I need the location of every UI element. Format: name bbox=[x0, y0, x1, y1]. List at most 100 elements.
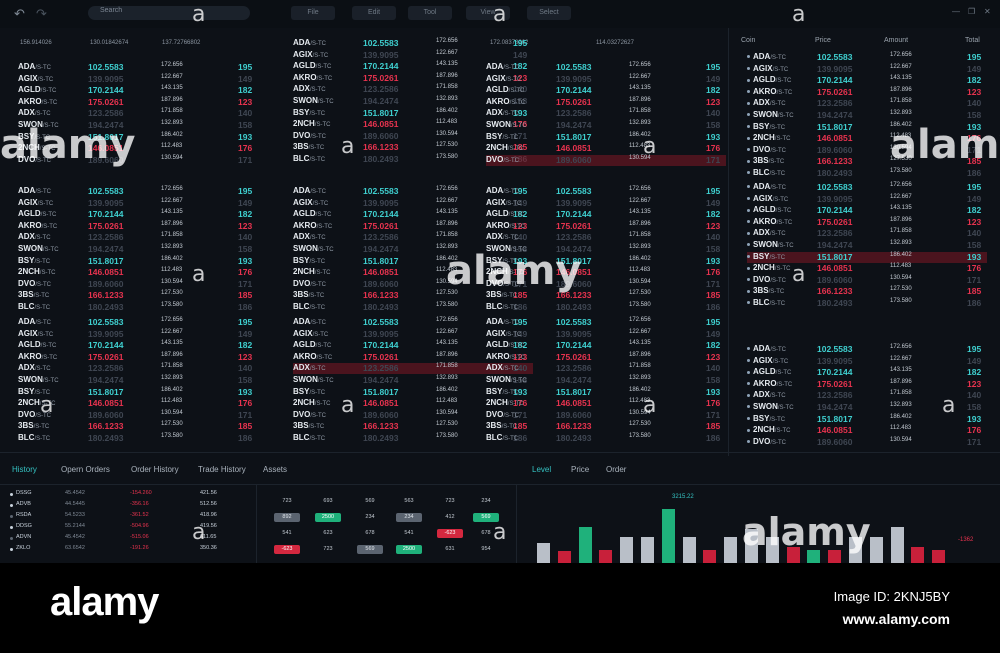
coin-row[interactable]: BLC/S-TC 180.2493 173.580 186 bbox=[747, 168, 987, 179]
order-cell[interactable]: 412 bbox=[437, 513, 463, 522]
coin-row[interactable]: SWON/S-TC 194.2474 132.893 158 bbox=[747, 240, 987, 251]
coin-row[interactable]: 2NCH/S-TC 146.0851 112.483 176 bbox=[486, 143, 726, 154]
coin-row[interactable]: AGIX/S-TC 139.9095 122.667 149 bbox=[18, 329, 258, 340]
coin-row[interactable]: ADX/S-TC 123.2586 171.858 140 bbox=[18, 363, 258, 374]
order-cell[interactable]: 2500 bbox=[396, 545, 422, 554]
tab-open-orders[interactable]: Opern Orders bbox=[61, 465, 110, 474]
menu-select[interactable]: Select bbox=[527, 6, 571, 20]
coin-row[interactable]: BLC/S-TC 180.2493 173.580 186 bbox=[486, 433, 726, 444]
history-row[interactable]: RSDA 54.5233 -361.52 418.96 bbox=[10, 512, 240, 523]
coin-row[interactable]: 2NCH/S-TC 146.0851 112.483 176 bbox=[747, 263, 987, 274]
coin-row[interactable]: AGLD/S-TC 170.2144 143.135 182 bbox=[486, 340, 726, 351]
coin-row[interactable]: SWON/S-TC 194.2474 132.893 158 bbox=[486, 120, 726, 131]
order-cell[interactable]: 563 bbox=[396, 497, 422, 506]
tab-price[interactable]: Price bbox=[571, 465, 589, 474]
tab-order[interactable]: Order bbox=[606, 465, 626, 474]
coin-row[interactable]: ADA/S-TC 102.5583 172.656 195 bbox=[486, 186, 726, 197]
coin-row[interactable]: AGIX/S-TC 139.9095 122.667 149 bbox=[18, 74, 258, 85]
tab-trade-history[interactable]: Trade History bbox=[198, 465, 246, 474]
coin-row[interactable]: ADA/S-TC 102.5583 172.656 195 bbox=[18, 317, 258, 328]
coin-row[interactable]: 2NCH/S-TC 146.0851 112.483 176 bbox=[486, 398, 726, 409]
coin-row[interactable]: BSY/S-TC 151.8017 186.402 193 bbox=[486, 387, 726, 398]
history-row[interactable]: ADVB 44.5445 -356.16 512.56 bbox=[10, 501, 240, 512]
order-cell[interactable]: -623 bbox=[274, 545, 300, 554]
minimize-icon[interactable]: — bbox=[952, 7, 960, 16]
order-cell[interactable]: 723 bbox=[437, 497, 463, 506]
order-cell[interactable]: 541 bbox=[274, 529, 300, 538]
maximize-icon[interactable]: ❐ bbox=[968, 7, 975, 16]
order-cell[interactable]: 2500 bbox=[315, 513, 341, 522]
history-row[interactable]: DSSG 45.4542 -154.260 421.56 bbox=[10, 490, 240, 501]
coin-row[interactable]: 3BS/S-TC 166.1233 127.530 185 bbox=[18, 421, 258, 432]
order-cell[interactable]: 954 bbox=[473, 545, 499, 554]
coin-row[interactable]: ADX/S-TC 123.2586 171.858 140 bbox=[747, 228, 987, 239]
redo-icon[interactable]: ↷ bbox=[36, 6, 47, 22]
history-row[interactable]: ZKLO 63.6542 -191.26 350.36 bbox=[10, 545, 240, 556]
coin-row[interactable]: BLC/S-TC 180.2493 173.580 186 bbox=[18, 302, 258, 313]
coin-row[interactable]: 2NCH/S-TC 146.0851 112.483 176 bbox=[18, 267, 258, 278]
coin-row[interactable]: DVO/S-TC 189.6060 130.594 171 bbox=[486, 410, 726, 421]
coin-row[interactable]: AGIX/S-TC 139.9095 122.667 149 bbox=[747, 64, 987, 75]
coin-row[interactable]: DVO/S-TC 189.6060 130.594 171 bbox=[747, 437, 987, 448]
coin-row[interactable]: ADA/S-TC 102.5583 172.656 195 bbox=[18, 186, 258, 197]
coin-row[interactable]: AGIX/S-TC 139.9095 122.667 149 bbox=[293, 50, 533, 61]
order-cell[interactable]: 678 bbox=[357, 529, 383, 538]
history-row[interactable]: ADVN 45.4542 -515.06 611.65 bbox=[10, 534, 240, 545]
coin-row[interactable]: 2NCH/S-TC 146.0851 112.483 176 bbox=[747, 425, 987, 436]
coin-row[interactable]: ADX/S-TC 123.2586 171.858 140 bbox=[486, 363, 726, 374]
coin-row[interactable]: AKRO/S-TC 175.0261 187.896 123 bbox=[486, 97, 726, 108]
coin-row[interactable]: AGIX/S-TC 139.9095 122.667 149 bbox=[747, 356, 987, 367]
coin-row[interactable]: ADX/S-TC 123.2586 171.858 140 bbox=[486, 232, 726, 243]
undo-icon[interactable]: ↶ bbox=[14, 6, 25, 22]
coin-row[interactable]: 3BS/S-TC 166.1233 127.530 185 bbox=[486, 421, 726, 432]
coin-row[interactable]: DVO/S-TC 189.6060 130.594 171 bbox=[486, 154, 726, 166]
coin-row[interactable]: AGIX/S-TC 139.9095 122.667 149 bbox=[486, 74, 726, 85]
coin-row[interactable]: AGIX/S-TC 139.9095 122.667 149 bbox=[486, 329, 726, 340]
coin-row[interactable]: BSY/S-TC 151.8017 186.402 193 bbox=[18, 256, 258, 267]
coin-row[interactable]: BSY/S-TC 151.8017 186.402 193 bbox=[747, 251, 987, 263]
search-input[interactable]: Search bbox=[88, 6, 250, 20]
coin-row[interactable]: ADA/S-TC 102.5583 172.656 195 bbox=[486, 317, 726, 328]
order-cell[interactable]: 541 bbox=[396, 529, 422, 538]
coin-row[interactable]: AKRO/S-TC 175.0261 187.896 123 bbox=[486, 221, 726, 232]
coin-row[interactable]: 3BS/S-TC 166.1233 127.530 185 bbox=[18, 290, 258, 301]
order-cell[interactable]: 234 bbox=[396, 513, 422, 522]
coin-row[interactable]: AGLD/S-TC 170.2144 143.135 182 bbox=[747, 367, 987, 378]
coin-row[interactable]: AKRO/S-TC 175.0261 187.896 123 bbox=[747, 379, 987, 390]
coin-row[interactable]: SWON/S-TC 194.2474 132.893 158 bbox=[18, 375, 258, 386]
coin-row[interactable]: DVO/S-TC 189.6060 130.594 171 bbox=[18, 410, 258, 421]
tab-history[interactable]: History bbox=[12, 465, 37, 474]
coin-row[interactable]: AGIX/S-TC 139.9095 122.667 149 bbox=[486, 198, 726, 209]
history-row[interactable]: DDSG 55.2144 -504.96 419.56 bbox=[10, 523, 240, 534]
order-cell[interactable]: -623 bbox=[437, 529, 463, 538]
coin-row[interactable]: BLC/S-TC 180.2493 173.580 186 bbox=[486, 302, 726, 313]
coin-row[interactable]: ADX/S-TC 123.2586 171.858 140 bbox=[486, 108, 726, 119]
tab-order-history[interactable]: Order History bbox=[131, 465, 179, 474]
coin-row[interactable]: ADA/S-TC 102.5583 172.656 195 bbox=[747, 182, 987, 193]
coin-row[interactable]: BSY/S-TC 151.8017 186.402 193 bbox=[18, 387, 258, 398]
coin-row[interactable]: 3BS/S-TC 166.1233 127.530 185 bbox=[747, 286, 987, 297]
coin-row[interactable]: AGLD/S-TC 170.2144 143.135 182 bbox=[747, 205, 987, 216]
coin-row[interactable]: AKRO/S-TC 175.0261 187.896 123 bbox=[18, 97, 258, 108]
coin-row[interactable]: AKRO/S-TC 175.0261 187.896 123 bbox=[747, 87, 987, 98]
coin-row[interactable]: AKRO/S-TC 175.0261 187.896 123 bbox=[486, 352, 726, 363]
order-cell[interactable]: 234 bbox=[473, 497, 499, 506]
coin-row[interactable]: AGLD/S-TC 170.2144 143.135 182 bbox=[18, 209, 258, 220]
coin-row[interactable]: DVO/S-TC 189.6060 130.594 171 bbox=[18, 279, 258, 290]
coin-row[interactable]: AGLD/S-TC 170.2144 143.135 182 bbox=[486, 209, 726, 220]
coin-row[interactable]: AGLD/S-TC 170.2144 143.135 182 bbox=[486, 85, 726, 96]
coin-row[interactable]: AKRO/S-TC 175.0261 187.896 123 bbox=[18, 221, 258, 232]
coin-row[interactable]: BLC/S-TC 180.2493 173.580 186 bbox=[747, 298, 987, 309]
coin-row[interactable]: AGLD/S-TC 170.2144 143.135 182 bbox=[18, 340, 258, 351]
order-cell[interactable]: 631 bbox=[437, 545, 463, 554]
order-cell[interactable]: 723 bbox=[274, 497, 300, 506]
close-icon[interactable]: ✕ bbox=[984, 7, 991, 16]
coin-row[interactable]: ADX/S-TC 123.2586 171.858 140 bbox=[747, 98, 987, 109]
coin-row[interactable]: ADX/S-TC 123.2586 171.858 140 bbox=[18, 232, 258, 243]
menu-file[interactable]: File bbox=[291, 6, 335, 20]
order-cell[interactable]: 234 bbox=[357, 513, 383, 522]
coin-row[interactable]: AGIX/S-TC 139.9095 122.667 149 bbox=[18, 198, 258, 209]
coin-row[interactable]: ADA/S-TC 102.5583 172.656 195 bbox=[747, 52, 987, 63]
order-cell[interactable]: 892 bbox=[274, 513, 300, 522]
coin-row[interactable]: ADX/S-TC 123.2586 171.858 140 bbox=[18, 108, 258, 119]
